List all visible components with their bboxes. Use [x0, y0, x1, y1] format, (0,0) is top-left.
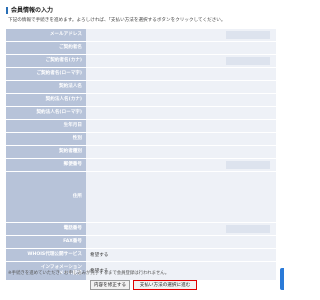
- row-whois: WHOIS代理公開サービス 希望する: [6, 249, 276, 262]
- label-phone: 電話番号: [6, 223, 86, 235]
- label-postal-code: 郵便番号: [6, 159, 86, 171]
- label-fax: FAX番号: [6, 236, 86, 248]
- value-contractor-name-roman: [90, 68, 276, 80]
- row-contractor-type: 契約者種別: [6, 146, 276, 159]
- value-corp-name-kana: [90, 94, 276, 106]
- row-corp-name-kana: 契約法人名(カナ): [6, 94, 276, 107]
- label-corp-name: 契約法人名: [6, 81, 86, 93]
- value-contractor-type: [90, 146, 276, 158]
- page-title: 会員情報の入力: [6, 7, 53, 14]
- row-phone: 電話番号: [6, 223, 276, 236]
- intro-text: 下記の情報で手続きを進めます。よろしければ、「支払い方法を選択するボタンをクリッ…: [8, 18, 226, 23]
- value-birthdate: [90, 120, 276, 132]
- value-box-phone: [226, 225, 270, 233]
- member-info-form: メールアドレス ご契約者名 ご契約者名(カナ) ご契約者名(ローマ字) 契約法人…: [6, 29, 276, 281]
- row-address: 住所: [6, 172, 276, 223]
- row-contractor-name-roman: ご契約者名(ローマ字): [6, 68, 276, 81]
- label-email: メールアドレス: [6, 29, 86, 41]
- value-box-email: [226, 31, 270, 39]
- label-corp-name-kana: 契約法人名(カナ): [6, 94, 86, 106]
- value-contractor-name: [90, 42, 276, 54]
- label-contractor-type: 契約者種別: [6, 146, 86, 158]
- label-contractor-name-kana: ご契約者名(カナ): [6, 55, 86, 67]
- label-contractor-name: ご契約者名: [6, 42, 86, 54]
- proceed-payment-button[interactable]: 支払い方法の選択に進む: [133, 280, 197, 290]
- label-gender: 性別: [6, 133, 86, 145]
- label-corp-name-roman: 契約法人名(ローマ字): [6, 107, 86, 119]
- row-contractor-name: ご契約者名: [6, 42, 276, 55]
- label-whois: WHOIS代理公開サービス: [6, 249, 86, 261]
- row-corp-name: 契約法人名: [6, 81, 276, 94]
- row-email: メールアドレス: [6, 29, 276, 42]
- row-birthdate: 生年月日: [6, 120, 276, 133]
- row-corp-name-roman: 契約法人名(ローマ字): [6, 107, 276, 120]
- value-box-postal-code: [226, 161, 270, 169]
- row-gender: 性別: [6, 133, 276, 146]
- edit-content-button[interactable]: 内容を修正する: [90, 280, 130, 290]
- value-address: [90, 172, 276, 222]
- value-fax: [90, 236, 276, 248]
- row-fax: FAX番号: [6, 236, 276, 249]
- value-whois: 希望する: [90, 253, 109, 258]
- label-contractor-name-roman: ご契約者名(ローマ字): [6, 68, 86, 80]
- value-corp-name: [90, 81, 276, 93]
- value-gender: [90, 133, 276, 145]
- label-address: 住所: [6, 172, 86, 222]
- label-birthdate: 生年月日: [6, 120, 86, 132]
- value-box-contractor-name-kana: [226, 57, 270, 65]
- value-corp-name-roman: [90, 107, 276, 119]
- row-contractor-name-kana: ご契約者名(カナ): [6, 55, 276, 68]
- row-postal-code: 郵便番号: [6, 159, 276, 172]
- footer-note: ※手続きを進めていただき、お申し込みが完了するまで会員登録は行われません。: [8, 271, 170, 276]
- side-tab[interactable]: [280, 268, 284, 290]
